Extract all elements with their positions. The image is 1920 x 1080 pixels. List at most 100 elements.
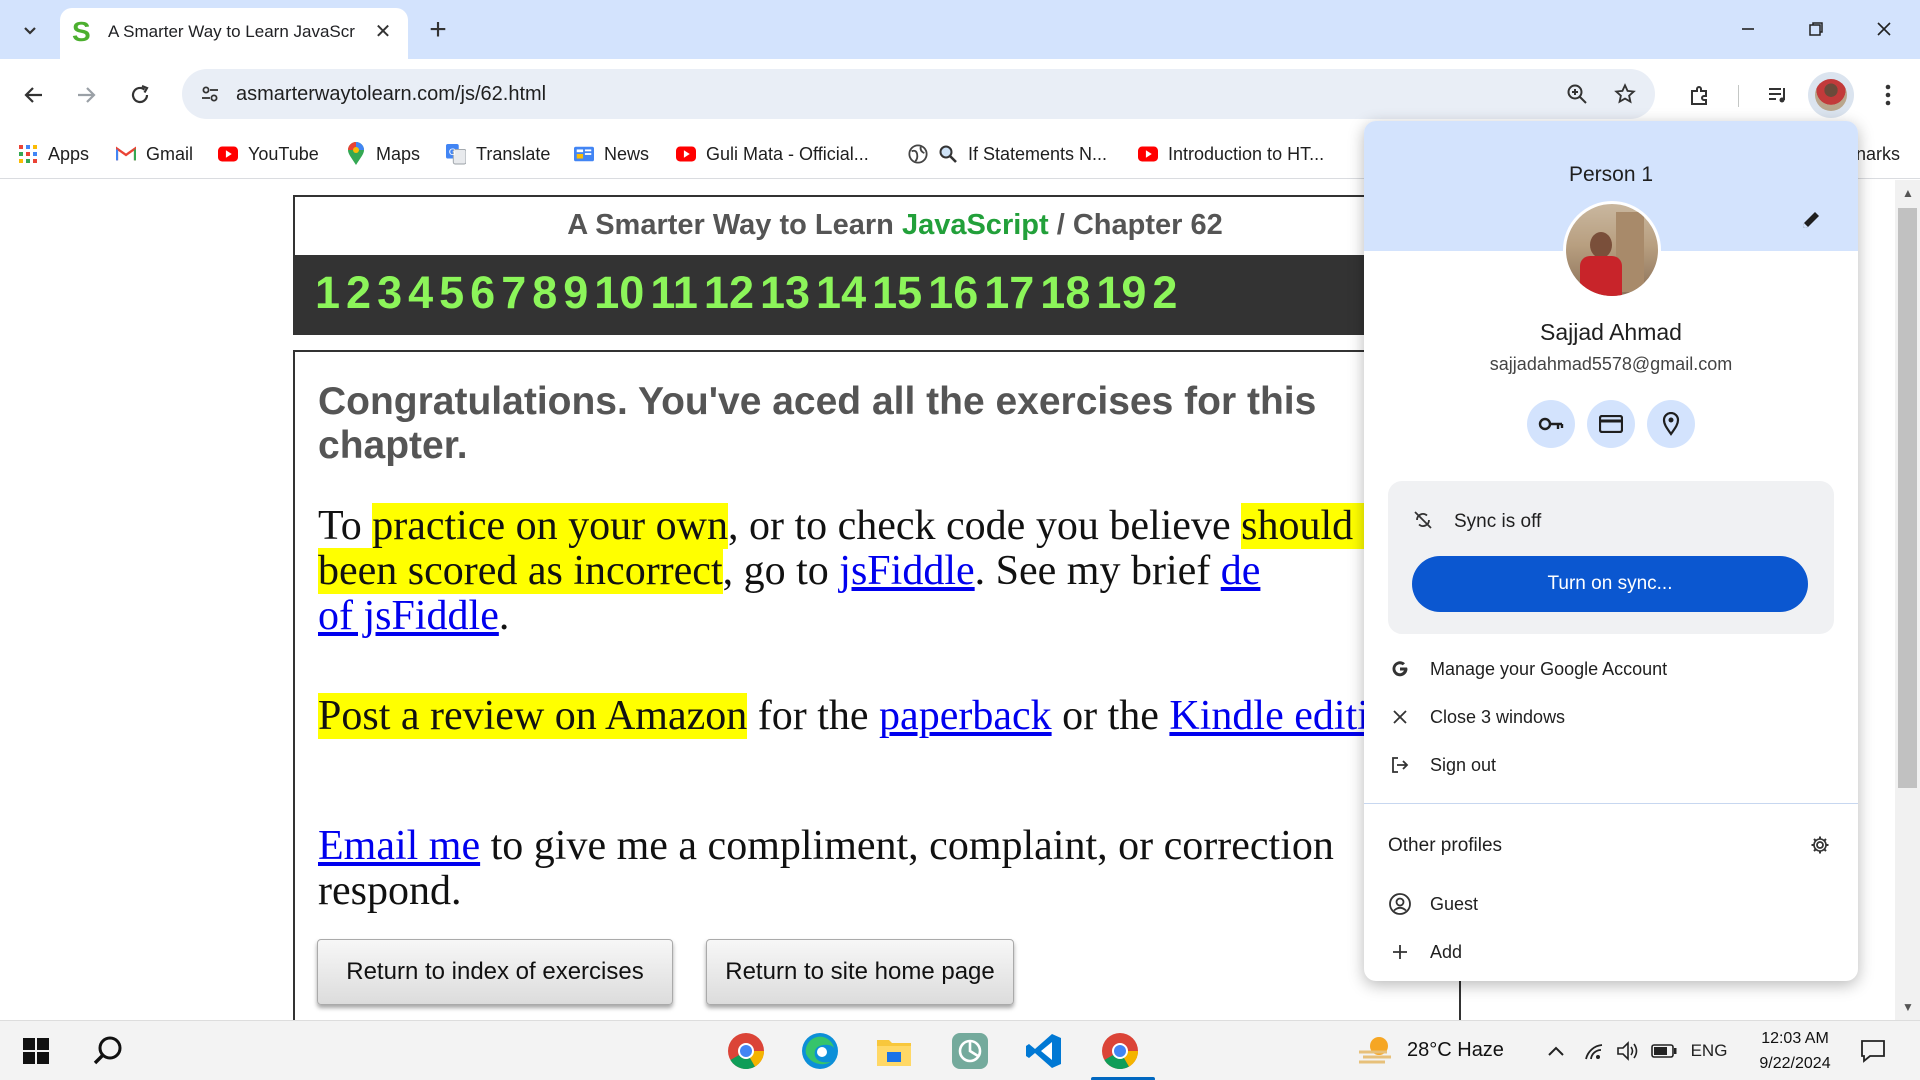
media-control-button[interactable] <box>1758 75 1798 115</box>
taskbar-search-button[interactable] <box>86 1029 130 1073</box>
bookmark-translate[interactable]: G Translate <box>446 139 550 169</box>
bookmark-all-bookmarks[interactable]: narks <box>1856 139 1900 169</box>
taskbar-file-explorer[interactable] <box>872 1029 916 1073</box>
taskbar-chrome-active[interactable] <box>1098 1029 1142 1073</box>
menu-divider <box>1364 803 1858 804</box>
return-home-button[interactable]: Return to site home page <box>706 939 1014 1005</box>
chapter-link[interactable]: 5 <box>439 267 464 319</box>
bookmark-label: narks <box>1856 143 1901 164</box>
payment-methods-button[interactable] <box>1587 400 1635 448</box>
chapter-link[interactable]: 2 <box>1152 267 1177 319</box>
active-tab[interactable]: S A Smarter Way to Learn JavaScr ✕ <box>60 8 408 59</box>
chapter-link[interactable]: 16 <box>928 267 978 319</box>
zoom-icon[interactable] <box>1562 79 1592 109</box>
bookmark-label: Gmail <box>146 143 194 164</box>
sign-out-item[interactable]: Sign out <box>1364 745 1858 785</box>
review-paragraph: Post a review on Amazon for the paperbac… <box>318 693 1421 739</box>
reload-icon <box>131 84 149 104</box>
chapter-link[interactable]: 12 <box>704 267 754 319</box>
add-profile-item[interactable]: Add <box>1364 932 1858 972</box>
start-button[interactable] <box>14 1029 58 1073</box>
battery-status[interactable] <box>1650 1037 1678 1065</box>
scroll-up-icon[interactable]: ▲ <box>1899 184 1917 202</box>
tab-search-button[interactable] <box>12 12 48 48</box>
site-info-icon[interactable] <box>196 80 224 108</box>
bookmark-guli-mata[interactable]: Guli Mata - Official... <box>676 139 869 169</box>
chapter-link[interactable]: 18 <box>1040 267 1090 319</box>
close-windows-item[interactable]: Close 3 windows <box>1364 697 1858 737</box>
bookmark-youtube[interactable]: YouTube <box>218 139 319 169</box>
bookmark-star-icon[interactable] <box>1610 79 1640 109</box>
bookmark-maps[interactable]: Maps <box>346 139 420 169</box>
show-hidden-icons[interactable] <box>1542 1037 1570 1065</box>
url-text[interactable]: asmarterwaytolearn.com/js/62.html <box>236 83 546 106</box>
taskbar-chrome[interactable] <box>724 1029 768 1073</box>
chapter-link[interactable]: 9 <box>563 267 588 319</box>
manage-google-account-item[interactable]: Manage your Google Account <box>1364 649 1858 689</box>
return-index-button[interactable]: Return to index of exercises <box>317 939 673 1005</box>
input-language[interactable]: ENG <box>1688 1037 1730 1065</box>
new-tab-button[interactable]: + <box>420 12 456 48</box>
network-status[interactable] <box>1580 1037 1608 1065</box>
email-me-link[interactable]: Email me <box>318 823 480 869</box>
scrollbar-thumb[interactable] <box>1898 208 1917 788</box>
guest-profile-item[interactable]: Guest <box>1364 884 1858 924</box>
close-icon <box>1877 22 1891 36</box>
email-paragraph: Email me to give me a compliment, compla… <box>318 823 1334 914</box>
edit-pencil-icon[interactable] <box>1796 205 1826 235</box>
extensions-button[interactable] <box>1680 75 1720 115</box>
chapter-link[interactable]: 11 <box>650 267 698 319</box>
bookmark-gmail[interactable]: Gmail <box>116 139 193 169</box>
chapter-link[interactable]: 1 <box>315 267 340 319</box>
forward-button[interactable] <box>66 75 106 115</box>
profile-avatar-button[interactable] <box>1808 72 1854 118</box>
chapter-link[interactable]: 6 <box>470 267 495 319</box>
reload-button[interactable] <box>120 75 160 115</box>
translate-icon: G <box>446 144 466 165</box>
chapter-link[interactable]: 8 <box>532 267 557 319</box>
taskbar-edge[interactable] <box>798 1029 842 1073</box>
close-tab-icon[interactable]: ✕ <box>370 18 396 44</box>
volume-control[interactable] <box>1614 1037 1642 1065</box>
taskbar-vscode[interactable] <box>1022 1029 1066 1073</box>
minimize-button[interactable] <box>1720 8 1776 50</box>
address-bar[interactable]: asmarterwaytolearn.com/js/62.html <box>182 69 1655 119</box>
restore-icon <box>1809 22 1823 36</box>
close-window-button[interactable] <box>1856 8 1912 50</box>
restore-button[interactable] <box>1788 8 1844 50</box>
scroll-down-icon[interactable]: ▼ <box>1899 998 1917 1016</box>
search-icon <box>93 1036 122 1065</box>
bookmark-label: Apps <box>48 143 90 164</box>
taskbar-chatgpt[interactable] <box>948 1029 992 1073</box>
jsfiddle-description-link-cont[interactable]: of jsFiddle <box>318 593 499 639</box>
gmail-icon <box>116 144 136 164</box>
bookmark-apps[interactable]: Apps <box>18 139 89 169</box>
chapter-link[interactable]: 4 <box>408 267 433 319</box>
chapter-link[interactable]: 15 <box>872 267 922 319</box>
back-button[interactable] <box>14 75 54 115</box>
passwords-button[interactable] <box>1527 400 1575 448</box>
chapter-link[interactable]: 13 <box>760 267 810 319</box>
chapter-link[interactable]: 3 <box>377 267 402 319</box>
weather-text[interactable]: 28°C Haze <box>1407 1039 1504 1062</box>
chapter-link[interactable]: 19 <box>1096 267 1146 319</box>
jsfiddle-description-link[interactable]: de <box>1221 548 1261 594</box>
weather-widget[interactable] <box>1354 1029 1398 1073</box>
chapter-link[interactable]: 17 <box>984 267 1034 319</box>
chapter-link[interactable]: 7 <box>501 267 526 319</box>
notifications-button[interactable] <box>1856 1037 1890 1065</box>
paperback-link[interactable]: paperback <box>879 693 1052 739</box>
addresses-button[interactable] <box>1647 400 1695 448</box>
gear-icon[interactable] <box>1808 833 1832 857</box>
turn-on-sync-button[interactable]: Turn on sync... <box>1412 556 1808 612</box>
jsfiddle-link[interactable]: jsFiddle <box>839 548 974 594</box>
bookmark-intro-html[interactable]: Introduction to HT... <box>1138 139 1324 169</box>
bookmark-if-statements[interactable]: If Statements N... <box>908 139 1107 169</box>
chapter-link[interactable]: 14 <box>816 267 866 319</box>
bookmark-news[interactable]: News <box>574 139 649 169</box>
chrome-menu-button[interactable] <box>1868 75 1908 115</box>
back-arrow-icon <box>24 87 42 103</box>
chapter-link[interactable]: 10 <box>594 267 644 319</box>
chapter-link[interactable]: 2 <box>346 267 371 319</box>
system-clock[interactable]: 12:03 AM 9/22/2024 <box>1740 1026 1850 1076</box>
